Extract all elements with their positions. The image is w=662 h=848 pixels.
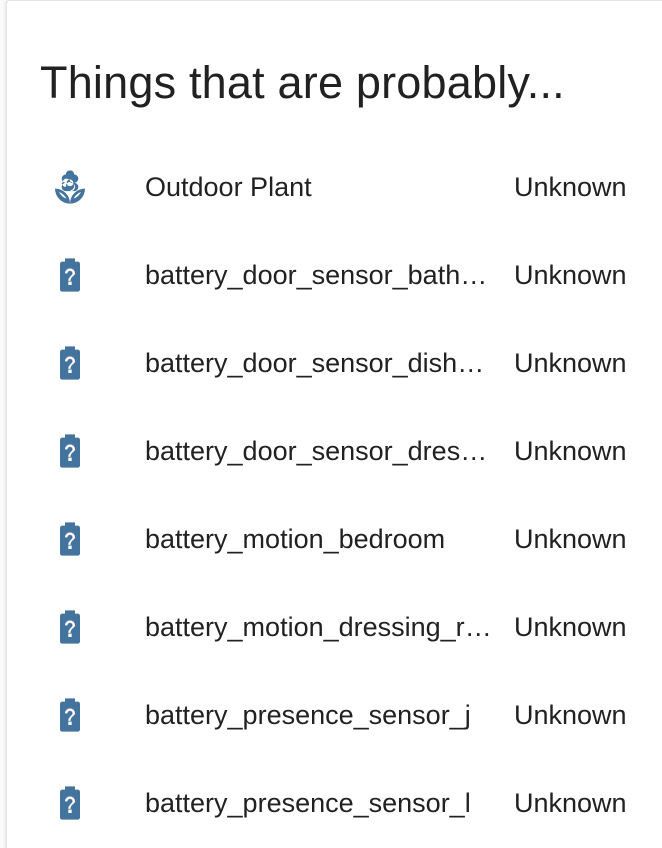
entity-name[interactable]: Outdoor Plant [145, 143, 493, 231]
entity-row[interactable]: battery_presence_sensor_l Unknown [0, 759, 662, 847]
entity-state: Unknown [514, 348, 627, 378]
entity-state: Unknown [514, 260, 627, 290]
entity-name[interactable]: battery_door_sensor_dressing_room [145, 407, 493, 495]
flower-icon [50, 167, 90, 207]
card-title: Things that are probably... [40, 57, 565, 108]
battery-unknown-icon [50, 343, 90, 383]
battery-unknown-icon [50, 431, 90, 471]
battery-unknown-icon [50, 255, 90, 295]
entity-name[interactable]: battery_door_sensor_bathroom [145, 231, 493, 319]
entity-name[interactable]: battery_motion_bedroom [145, 495, 493, 583]
battery-unknown-icon [50, 519, 90, 559]
entity-state: Unknown [514, 524, 627, 554]
entity-state: Unknown [514, 612, 627, 642]
entity-row[interactable]: battery_presence_sensor_j Unknown [0, 671, 662, 759]
entity-state: Unknown [514, 788, 627, 818]
entity-row[interactable]: battery_door_sensor_bathroom Unknown [0, 231, 662, 319]
entity-name[interactable]: battery_door_sensor_dishwasher [145, 319, 493, 407]
entity-state: Unknown [514, 436, 627, 466]
battery-unknown-icon [50, 607, 90, 647]
entity-row[interactable]: battery_door_sensor_dishwasher Unknown [0, 319, 662, 407]
entity-row[interactable]: battery_motion_dressing_room Unknown [0, 583, 662, 671]
entity-name[interactable]: battery_motion_dressing_room [145, 583, 493, 671]
entity-state: Unknown [514, 172, 627, 202]
entity-name[interactable]: battery_presence_sensor_l [145, 759, 493, 847]
entity-row[interactable]: battery_door_sensor_dressing_room Unknown [0, 407, 662, 495]
entity-row[interactable]: battery_motion_bedroom Unknown [0, 495, 662, 583]
entity-row[interactable]: Outdoor Plant Unknown [0, 143, 662, 231]
entity-state: Unknown [514, 700, 627, 730]
entity-name[interactable]: battery_presence_sensor_j [145, 671, 493, 759]
battery-unknown-icon [50, 695, 90, 735]
battery-unknown-icon [50, 783, 90, 823]
